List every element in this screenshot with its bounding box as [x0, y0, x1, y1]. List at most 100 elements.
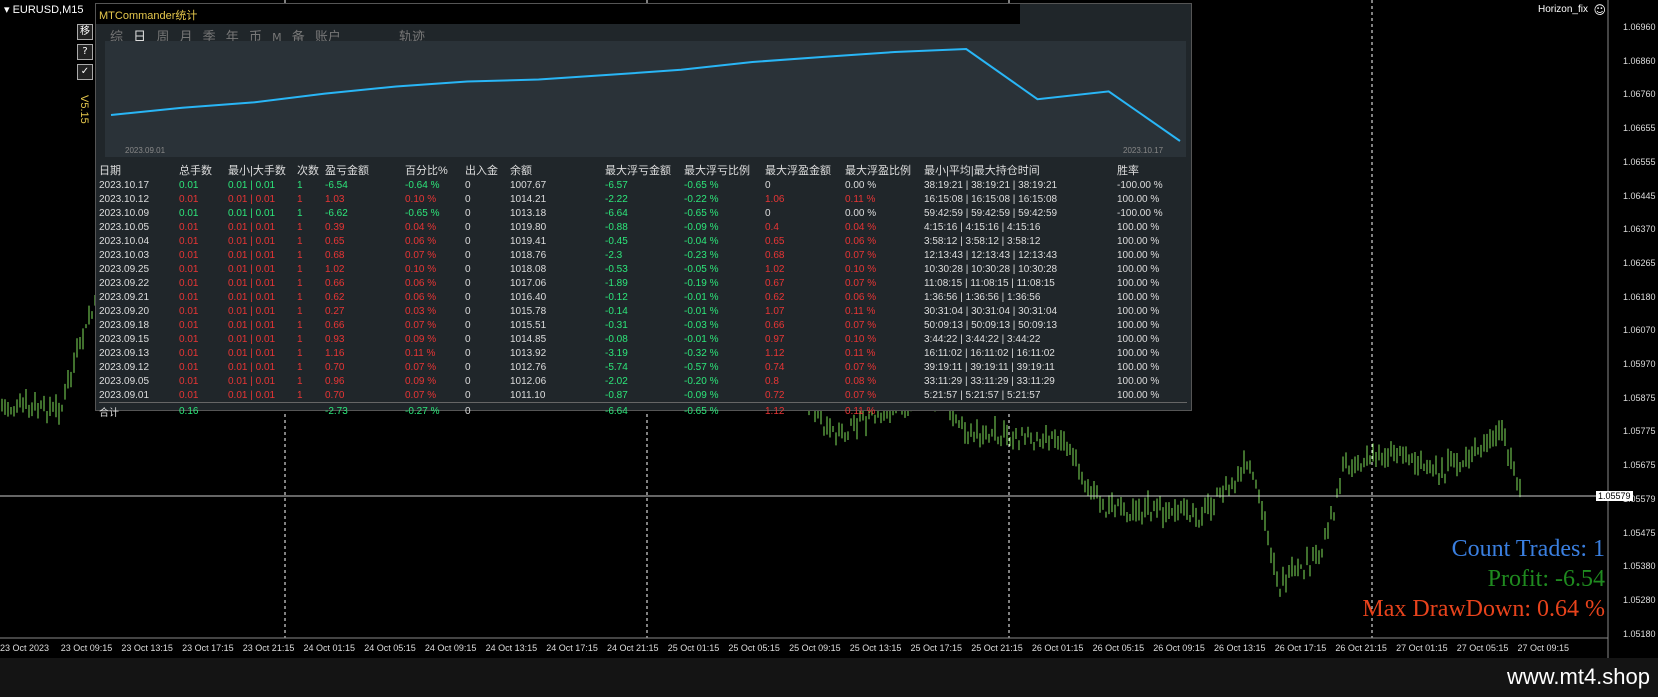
table-cell: 0: [465, 263, 471, 275]
table-cell: 0.66: [765, 319, 785, 331]
table-cell: 0.01 | 0.01: [228, 221, 276, 233]
table-cell: -0.45: [605, 235, 628, 247]
table-cell: 2023.09.18: [99, 319, 150, 331]
time-tick-label: 23 Oct 17:15: [182, 643, 234, 653]
stats-panel[interactable]: MTCommander统计 综 日 周 月 季 年 币 M 备 账户 轨迹 20…: [95, 3, 1192, 419]
time-tick-label: 24 Oct 09:15: [424, 643, 477, 653]
table-cell: 100.00 %: [1117, 361, 1160, 373]
check-icon[interactable]: ✓: [77, 64, 93, 80]
table-cell: 1: [297, 179, 303, 191]
table-cell: 0.01: [179, 263, 199, 275]
table-cell: -0.08: [605, 333, 628, 345]
table-cell: -6.57: [605, 179, 628, 191]
total-cell: [510, 402, 605, 419]
table-cell: 100.00 %: [1117, 319, 1160, 331]
table-cell: -0.57 %: [684, 361, 719, 373]
table-cell: 1016.40: [510, 291, 547, 303]
table-cell: 0: [465, 333, 471, 345]
table-cell: 0.62: [325, 291, 345, 303]
table-cell: -6.62: [325, 207, 348, 219]
table-cell: 1: [297, 277, 303, 289]
time-tick-label: 23 Oct 21:15: [242, 643, 295, 653]
table-cell: 1: [297, 193, 303, 205]
help-icon[interactable]: ?: [77, 44, 93, 60]
table-cell: 1: [297, 305, 303, 317]
table-cell: 0.39: [325, 221, 345, 233]
total-cell: -6.64: [605, 402, 684, 419]
table-row: 2023.09.05 0.01 0.01 | 0.01 1 0.96 0.09 % 0 101…: [99, 374, 1187, 388]
table-row: 2023.10.04 0.01 0.01 | 0.01 1 0.65 0.06 % 0 101…: [99, 234, 1187, 248]
table-cell: 0: [465, 375, 471, 387]
time-tick-label: 26 Oct 21:15: [1335, 643, 1387, 653]
table-cell: 2023.09.21: [99, 291, 150, 303]
table-cell: 0.10 %: [845, 263, 877, 275]
table-cell: 0.01 | 0.01: [228, 235, 276, 247]
table-cell: 0.01: [179, 319, 199, 331]
table-cell: 1.06: [765, 193, 785, 205]
table-cell: -0.23 %: [684, 249, 719, 261]
current-price-tag: 1.05579: [1596, 491, 1633, 501]
table-cell: -0.31: [605, 319, 628, 331]
table-cell: -0.19 %: [684, 277, 719, 289]
table-row: 2023.09.20 0.01 0.01 | 0.01 1 0.27 0.03 % 0 101…: [99, 304, 1187, 318]
table-cell: 1: [297, 207, 303, 219]
table-cell: -0.20 %: [684, 375, 719, 387]
table-cell: 0.01: [179, 221, 199, 233]
table-cell: 100.00 %: [1117, 389, 1160, 401]
table-cell: 2023.09.15: [99, 333, 150, 345]
table-cell: 1017.06: [510, 277, 547, 289]
total-cell: 1.12: [765, 402, 845, 419]
table-cell: -0.03 %: [684, 319, 719, 331]
table-cell: 2023.10.17: [99, 179, 150, 191]
time-tick-label: 23 Oct 13:15: [121, 643, 173, 653]
table-cell: 0.01: [179, 375, 199, 387]
table-cell: 0.07 %: [405, 389, 437, 401]
time-tick-label: 23 Oct 2023: [0, 643, 50, 653]
table-cell: 1: [297, 375, 303, 387]
table-cell: 0: [465, 179, 471, 191]
table-cell: 0.72: [765, 389, 785, 401]
table-cell: 0.11 %: [845, 193, 876, 205]
table-cell: 2023.09.05: [99, 375, 150, 387]
time-tick-label: 26 Oct 13:15: [1214, 643, 1266, 653]
watermark: www.mt4.shop: [1506, 664, 1650, 689]
table-cell: 59:42:59 | 59:42:59 | 59:42:59: [924, 207, 1058, 219]
total-cell: 0.11 %: [845, 402, 924, 419]
table-cell: 0: [465, 193, 471, 205]
table-cell: -100.00 %: [1117, 207, 1163, 219]
table-cell: -0.09 %: [684, 221, 719, 233]
smiley-icon[interactable]: ☺: [1593, 3, 1606, 17]
table-cell: 0.07 %: [845, 249, 877, 261]
table-row: 2023.09.13 0.01 0.01 | 0.01 1 1.16 0.11 % 0 101…: [99, 346, 1187, 360]
table-cell: 0.74: [765, 361, 785, 373]
table-cell: 0: [465, 389, 471, 401]
price-tick-label: 1.06860: [1623, 55, 1656, 66]
total-cell: 0: [465, 402, 510, 419]
table-cell: 0.07 %: [405, 361, 437, 373]
table-cell: 0.70: [325, 389, 345, 401]
table-cell: 0.01 | 0.01: [228, 375, 276, 387]
table-cell: 0.07 %: [845, 277, 877, 289]
table-cell: 1.03: [325, 193, 345, 205]
move-icon[interactable]: 移: [77, 24, 93, 40]
table-cell: 2023.09.25: [99, 263, 150, 275]
total-cell: [297, 402, 325, 419]
time-tick-label: 25 Oct 05:15: [728, 643, 780, 653]
table-cell: 0.01: [179, 305, 199, 317]
column-header: 胜率: [1117, 165, 1139, 177]
symbol-label[interactable]: ▾ EURUSD,M15: [4, 3, 83, 16]
table-cell: 100.00 %: [1117, 249, 1160, 261]
table-cell: 100.00 %: [1117, 235, 1160, 247]
table-cell: -0.01 %: [684, 305, 719, 317]
panel-titlebar[interactable]: [96, 4, 1020, 24]
time-tick-label: 23 Oct 09:15: [60, 643, 113, 653]
table-cell: 0.01 | 0.01: [228, 291, 276, 303]
table-cell: 0.01: [179, 179, 199, 191]
table-cell: -0.14: [605, 305, 628, 317]
table-cell: 16:11:02 | 16:11:02 | 16:11:02: [924, 347, 1055, 359]
table-row: 2023.10.09 0.01 0.01 | 0.01 1 -6.62 -0.65 % 0 1…: [99, 206, 1187, 220]
price-tick-label: 1.06655: [1623, 123, 1656, 134]
table-cell: 0.01 | 0.01: [228, 319, 276, 331]
time-tick-label: 24 Oct 21:15: [607, 643, 659, 653]
table-cell: -0.04 %: [684, 235, 719, 247]
